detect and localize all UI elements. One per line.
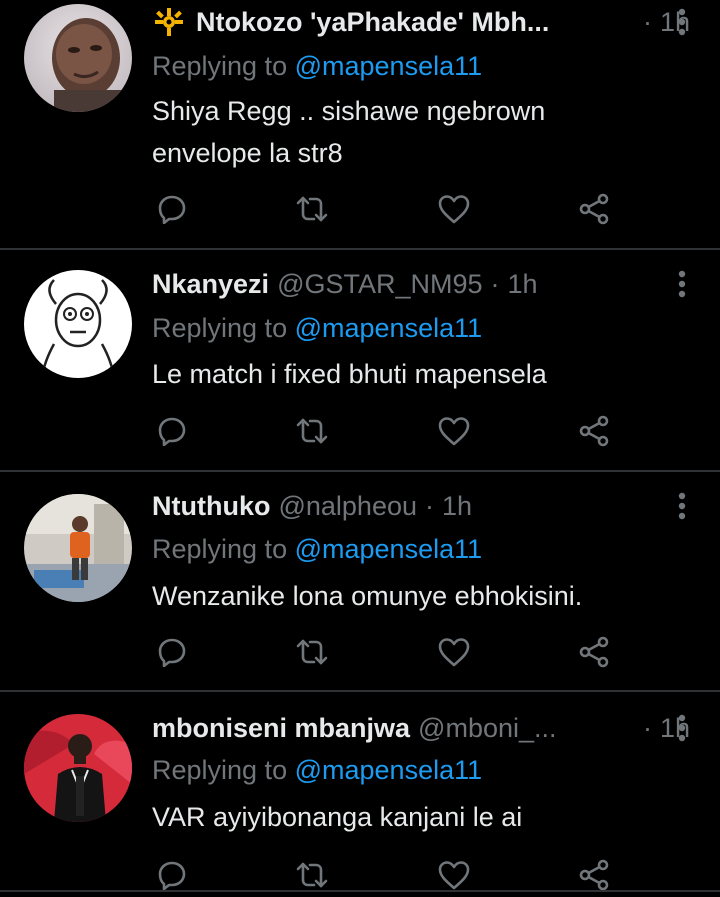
reply-button[interactable]	[152, 855, 192, 895]
display-name[interactable]: mboniseni mbanjwa	[152, 710, 410, 746]
user-handle[interactable]: @nalpheou	[278, 488, 417, 524]
like-icon	[438, 417, 470, 446]
tweet[interactable]: Ntuthuko @nalpheou · 1h Replying to @map…	[0, 472, 720, 690]
mention-link[interactable]: @mapensela11	[295, 534, 483, 564]
tweet-header: Nkanyezi @GSTAR_NM95 · 1h	[152, 266, 690, 302]
separator-dot: ·	[490, 269, 500, 299]
display-name[interactable]: Nkanyezi	[152, 266, 269, 302]
retweet-button[interactable]	[292, 632, 332, 672]
separator-dot: ·	[642, 713, 652, 743]
share-icon	[579, 415, 609, 447]
retweet-icon	[296, 418, 328, 444]
share-button[interactable]	[574, 855, 614, 895]
tweet-header: Ntuthuko @nalpheou · 1h	[152, 488, 690, 524]
tweet-feed: Ntokozo 'yaPhakade' Mbh... · 1h Replying…	[0, 0, 720, 897]
divider	[0, 890, 720, 892]
reply-icon	[158, 195, 186, 224]
like-button[interactable]	[434, 411, 474, 451]
separator-dot: ·	[642, 7, 652, 37]
tweet[interactable]: mboniseni mbanjwa @mboni_... · 1h Replyi…	[0, 692, 720, 897]
share-button[interactable]	[574, 632, 614, 672]
replying-to-label: Replying to	[152, 534, 288, 564]
ship-wheel-icon	[155, 8, 183, 36]
avatar[interactable]	[24, 270, 132, 378]
tweet-text: Wenzanike lona omunye ebhokisini.	[152, 581, 583, 611]
share-icon	[579, 193, 609, 225]
share-icon	[579, 636, 609, 668]
tweet-header: mboniseni mbanjwa @mboni_... · 1h	[152, 710, 690, 746]
display-name[interactable]: Ntuthuko	[152, 488, 270, 524]
share-button[interactable]	[574, 189, 614, 229]
like-icon	[438, 861, 470, 890]
like-icon	[438, 195, 470, 224]
display-name[interactable]: Ntokozo 'yaPhakade' Mbh...	[196, 4, 549, 40]
more-options-icon[interactable]	[678, 492, 686, 520]
more-options-icon[interactable]	[678, 270, 686, 298]
user-handle[interactable]: @mboni_...	[418, 710, 556, 746]
tweet-text: Le match i fixed bhuti mapensela	[152, 359, 547, 389]
replying-to-label: Replying to	[152, 755, 288, 785]
retweet-button[interactable]	[292, 411, 332, 451]
avatar[interactable]	[24, 4, 132, 112]
more-options-icon[interactable]	[678, 714, 686, 742]
mention-link[interactable]: @mapensela11	[295, 51, 483, 81]
replying-to: Replying to @mapensela11	[152, 531, 482, 567]
tweet-header: Ntokozo 'yaPhakade' Mbh... · 1h	[152, 4, 690, 40]
reply-icon	[158, 638, 186, 667]
more-options-icon[interactable]	[678, 8, 686, 36]
separator-dot: ·	[425, 491, 434, 521]
share-icon	[579, 859, 609, 891]
like-button[interactable]	[434, 632, 474, 672]
mention-link[interactable]: @mapensela11	[295, 313, 483, 343]
tweet-actions	[152, 411, 622, 451]
like-button[interactable]	[434, 855, 474, 895]
tweet[interactable]: Ntokozo 'yaPhakade' Mbh... · 1h Replying…	[0, 0, 720, 248]
replying-to-label: Replying to	[152, 51, 288, 81]
tweet-text: Shiya Regg .. sishawe ngebrown envelope …	[152, 96, 546, 168]
share-button[interactable]	[574, 411, 614, 451]
retweet-button[interactable]	[292, 189, 332, 229]
tweet-actions	[152, 855, 622, 895]
tweet[interactable]: Nkanyezi @GSTAR_NM95 · 1h Replying to @m…	[0, 250, 720, 470]
timestamp[interactable]: 1h	[508, 266, 538, 302]
tweet-text: VAR ayiyibonanga kanjani le ai	[152, 802, 523, 832]
replying-to: Replying to @mapensela11	[152, 752, 482, 788]
replying-to: Replying to @mapensela11	[152, 48, 482, 84]
retweet-icon	[296, 639, 328, 665]
retweet-icon	[296, 862, 328, 888]
replying-to-label: Replying to	[152, 313, 288, 343]
reply-icon	[158, 417, 186, 446]
tweet-actions	[152, 632, 622, 672]
retweet-icon	[296, 196, 328, 222]
mention-link[interactable]: @mapensela11	[295, 755, 483, 785]
like-button[interactable]	[434, 189, 474, 229]
timestamp[interactable]: 1h	[442, 488, 472, 524]
avatar[interactable]	[24, 494, 132, 602]
tweet-actions	[152, 189, 622, 229]
retweet-button[interactable]	[292, 855, 332, 895]
like-icon	[438, 638, 470, 667]
reply-button[interactable]	[152, 632, 192, 672]
reply-button[interactable]	[152, 411, 192, 451]
reply-button[interactable]	[152, 189, 192, 229]
avatar[interactable]	[24, 714, 132, 822]
user-handle[interactable]: @GSTAR_NM95	[277, 266, 482, 302]
replying-to: Replying to @mapensela11	[152, 310, 482, 346]
reply-icon	[158, 861, 186, 890]
